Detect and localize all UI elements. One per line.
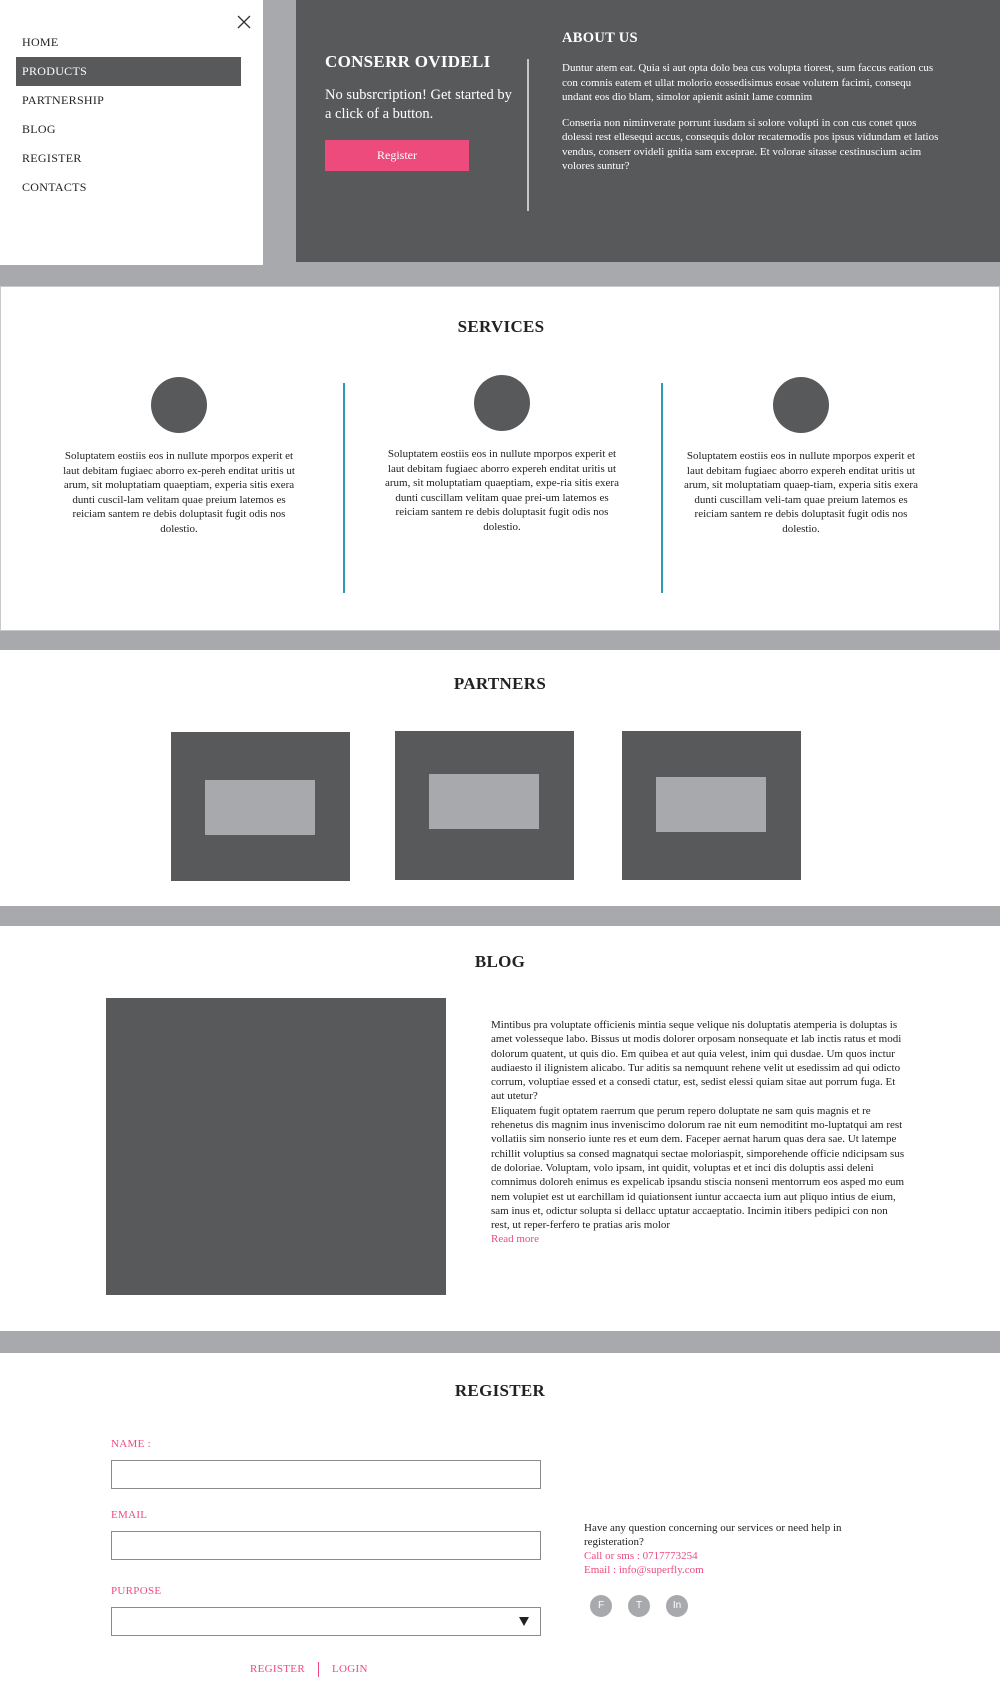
- linkedin-icon[interactable]: In: [666, 1595, 688, 1617]
- hero-intro: CONSERR OVIDELI No subsrcription! Get st…: [325, 52, 515, 171]
- read-more-link[interactable]: Read more: [491, 1232, 539, 1246]
- twitter-icon[interactable]: T: [628, 1595, 650, 1617]
- about-us: ABOUT US Duntur atem eat. Quia si aut op…: [562, 30, 942, 185]
- name-label: NAME :: [111, 1438, 151, 1450]
- section-separator: [0, 1331, 1000, 1353]
- hero-panel: CONSERR OVIDELI No subsrcription! Get st…: [296, 0, 1000, 262]
- register-title: REGISTER: [454, 1381, 546, 1400]
- login-link[interactable]: LOGIN: [332, 1663, 368, 1675]
- hero-subtitle: No subsrcription! Get started by a click…: [325, 87, 512, 122]
- blog-paragraph-1: Mintibus pra voluptate officienis mintia…: [491, 1019, 902, 1103]
- services-title: SERVICES: [457, 317, 545, 336]
- chevron-down-icon: [519, 1617, 529, 1626]
- menu-item-home[interactable]: HOME: [16, 28, 241, 57]
- hero-divider: [527, 59, 529, 211]
- purpose-label: PURPOSE: [111, 1585, 162, 1597]
- partner-card[interactable]: [171, 732, 350, 881]
- blog-image: [106, 998, 446, 1295]
- service-icon: [151, 377, 207, 433]
- menu-item-products[interactable]: PRODUCTS: [16, 57, 241, 86]
- contact-question: Have any question concerning our service…: [584, 1522, 842, 1548]
- service-icon: [773, 377, 829, 433]
- partner-card[interactable]: [622, 731, 801, 880]
- service-item: Soluptatem eostiis eos in nullute mporpo…: [59, 377, 299, 536]
- menu-item-contacts[interactable]: CONTACTS: [16, 173, 241, 202]
- about-paragraph-2: Conseria non niminverate porrunt iusdam …: [562, 116, 939, 173]
- menu-item-register[interactable]: REGISTER: [16, 144, 241, 173]
- service-text: Soluptatem eostiis eos in nullute mporpo…: [63, 450, 295, 535]
- partner-logo: [205, 780, 315, 835]
- service-text: Soluptatem eostiis eos in nullute mporpo…: [684, 450, 918, 535]
- section-separator: [0, 906, 1000, 926]
- service-text: Soluptatem eostiis eos in nullute mporpo…: [385, 448, 619, 533]
- email-input[interactable]: [111, 1531, 541, 1560]
- blog-paragraph-2: Eliquatem fugit optatem raerrum que peru…: [491, 1104, 905, 1232]
- partner-logo: [429, 774, 539, 829]
- service-item: Soluptatem eostiis eos in nullute mporpo…: [681, 377, 921, 536]
- hero-title: CONSERR OVIDELI: [325, 52, 491, 71]
- about-paragraph-1: Duntur atem eat. Quia si aut opta dolo b…: [562, 62, 934, 103]
- service-divider: [343, 383, 345, 593]
- service-item: Soluptatem eostiis eos in nullute mporpo…: [382, 375, 622, 534]
- contact-phone[interactable]: Call or sms : 0717773254: [584, 1549, 884, 1563]
- services-section: SERVICES Soluptatem eostiis eos in nullu…: [0, 286, 1000, 631]
- name-input[interactable]: [111, 1460, 541, 1489]
- facebook-icon[interactable]: F: [590, 1595, 612, 1617]
- partners-title: PARTNERS: [453, 674, 547, 693]
- partners-section: PARTNERS: [0, 650, 1000, 906]
- side-menu: HOME PRODUCTS PARTNERSHIP BLOG REGISTER …: [0, 0, 263, 265]
- register-section: REGISTER NAME : EMAIL PURPOSE REGISTER LO…: [0, 1353, 1000, 1700]
- contact-info: Have any question concerning our service…: [584, 1521, 884, 1577]
- register-link[interactable]: REGISTER: [250, 1663, 305, 1675]
- blog-section: BLOG Mintibus pra voluptate officienis m…: [0, 926, 1000, 1331]
- purpose-select[interactable]: [111, 1607, 541, 1636]
- form-links: REGISTER LOGIN: [250, 1662, 368, 1677]
- menu-list: HOME PRODUCTS PARTNERSHIP BLOG REGISTER …: [16, 28, 241, 202]
- menu-item-blog[interactable]: BLOG: [16, 115, 241, 144]
- section-separator: [0, 631, 1000, 650]
- about-title: ABOUT US: [562, 30, 638, 46]
- blog-text: Mintibus pra voluptate officienis mintia…: [491, 1018, 906, 1247]
- blog-title: BLOG: [474, 952, 526, 971]
- service-icon: [474, 375, 530, 431]
- partner-card[interactable]: [395, 731, 574, 880]
- hero-register-button[interactable]: Register: [325, 140, 469, 171]
- service-divider: [661, 383, 663, 593]
- link-divider: [317, 1662, 319, 1677]
- email-label: EMAIL: [111, 1509, 148, 1521]
- contact-email[interactable]: Email : info@superfly.com: [584, 1563, 884, 1577]
- menu-item-partnership[interactable]: PARTNERSHIP: [16, 86, 241, 115]
- partner-logo: [656, 777, 766, 832]
